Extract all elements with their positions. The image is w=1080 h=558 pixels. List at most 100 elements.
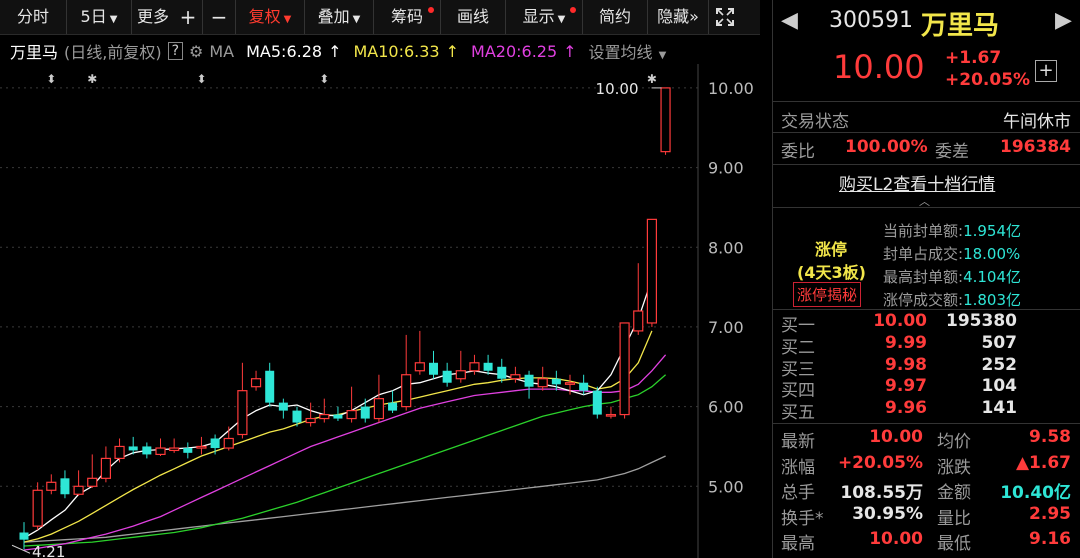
event-marker-icon: ⬍ <box>196 72 206 86</box>
ma-settings-link[interactable]: 设置均线 ▼ <box>583 39 667 63</box>
more-button[interactable]: 更多 <box>132 0 174 34</box>
candle-body <box>537 378 548 388</box>
stat-value: 9.16 <box>1029 529 1071 549</box>
orderbook-row[interactable]: 买一 10.00 195380 <box>779 311 1079 336</box>
candle-body <box>605 413 617 417</box>
stat-value: 10.40亿 <box>1000 483 1071 503</box>
candle-body <box>646 218 658 324</box>
l2-link[interactable]: 购买L2查看十档行情 <box>839 170 995 195</box>
candle-body <box>579 382 589 391</box>
adjust-select[interactable]: 复权 ▼ <box>236 0 305 34</box>
help-button[interactable]: ? <box>167 42 184 60</box>
candlestick-chart[interactable]: 10.00 9.00 8.00 7.00 6.00 5.00 ⬍ ✱ ⬍ ⬍ ✱ 10.00 4.21 <box>0 64 760 558</box>
stat-row: 总手 108.55万 金额 10.40亿 <box>779 478 1079 503</box>
candle-body <box>660 87 671 153</box>
zoom-out-button[interactable]: − <box>203 0 236 34</box>
ma60-line <box>23 455 666 543</box>
candle-body <box>142 446 152 455</box>
ma-label: MA <box>209 41 235 61</box>
stat-label: 涨跌 <box>937 457 971 478</box>
gear-icon[interactable]: ⚙ <box>189 42 203 61</box>
y-tick-label: 8.00 <box>708 238 744 257</box>
candle-body <box>429 362 438 375</box>
event-marker-icon: ✱ <box>647 72 657 86</box>
dropdown-icon: ▼ <box>352 14 361 25</box>
candle-body <box>210 438 220 449</box>
orderbook-row[interactable]: 买三 9.98 252 <box>779 354 1079 380</box>
candle-body <box>87 477 98 487</box>
orderbook-volume: 507 <box>981 332 1018 353</box>
orderbook-volume: 104 <box>981 376 1018 397</box>
candle-body <box>128 446 138 451</box>
next-stock-arrow[interactable]: ▶ <box>1055 8 1072 33</box>
limit-up-secret-button[interactable]: 涨停揭秘 <box>793 282 862 307</box>
candle-body <box>469 362 480 372</box>
candle-body <box>346 409 357 420</box>
stat-value: 30.95% <box>852 503 923 524</box>
candle-body <box>265 370 275 403</box>
ma20-value: MA20:6.25 ↑ <box>471 41 577 61</box>
period-5day-select[interactable]: 5日 ▼ <box>67 0 132 34</box>
draw-line-button[interactable]: 画线 <box>441 0 506 34</box>
candle-body <box>278 402 288 411</box>
y-tick-label: 10.00 <box>708 79 754 98</box>
stock-name: 万里马 <box>10 43 59 62</box>
fullscreen-button[interactable] <box>709 0 741 34</box>
candle-body <box>497 366 507 379</box>
status-value: 午间休市 <box>1003 112 1071 132</box>
new-dot-icon <box>428 7 434 13</box>
candle-body <box>46 481 57 491</box>
candle-body <box>333 414 343 419</box>
candle-body <box>169 447 180 452</box>
orderbook-volume: 252 <box>981 354 1018 375</box>
zoom-in-button[interactable]: + <box>174 0 203 34</box>
display-select[interactable]: 显示 ▼ <box>506 0 583 34</box>
seal-info: 当前封单额:1.954亿 封单占成交:18.00% 最高封单额:4.104亿 涨… <box>883 222 1022 309</box>
orderbook-row[interactable]: 买五 9.96 141 <box>779 398 1079 423</box>
event-marker-icon: ⬍ <box>46 72 56 86</box>
simple-button[interactable]: 简约 <box>583 0 648 34</box>
dropdown-icon: ▼ <box>283 14 292 25</box>
orderbook-price: 9.98 <box>885 354 927 375</box>
candle-body <box>155 447 166 456</box>
event-marker-icon: ⬍ <box>319 72 329 86</box>
candle-body <box>60 478 70 495</box>
stat-label: 均价 <box>937 432 971 452</box>
prev-stock-arrow[interactable]: ◀ <box>781 8 798 33</box>
stock-name: 万里马 <box>921 11 1000 41</box>
candle-body <box>401 374 412 408</box>
stat-value: 10.00 <box>869 427 923 447</box>
limit-up-label: 涨停 <box>815 240 848 259</box>
wb-label: 委比 <box>781 142 815 162</box>
y-tick-label: 6.00 <box>708 398 744 417</box>
hide-button[interactable]: 隐藏» <box>648 0 709 34</box>
orderbook-price: 10.00 <box>873 311 927 331</box>
dropdown-icon: ▼ <box>109 14 118 25</box>
candle-body <box>619 322 630 416</box>
price-change-pct: +20.05% <box>945 70 1031 90</box>
stat-row: 最高 10.00 最低 9.16 <box>779 529 1079 554</box>
stat-row: 最新 10.00 均价 9.58 <box>779 427 1079 452</box>
chips-button[interactable]: 筹码 <box>374 0 441 34</box>
candle-body <box>32 489 43 527</box>
overlay-select[interactable]: 叠加 ▼ <box>305 0 374 34</box>
candle-body <box>73 485 84 495</box>
candle-body <box>633 310 644 332</box>
stat-value: 10.00 <box>869 529 923 549</box>
tab-intraday[interactable]: 分时 <box>0 0 67 34</box>
stock-code: 300591 <box>829 8 913 33</box>
plus-box-icon[interactable]: + <box>1035 60 1057 82</box>
status-label: 交易状态 <box>781 112 849 132</box>
candle-body <box>183 448 193 453</box>
event-marker-icon: ✱ <box>87 72 97 86</box>
ma-legend: 万里马 (日线,前复权) ? ⚙ MA MA5:6.28 ↑ MA10:6.33 ↑… <box>0 38 760 64</box>
orderbook-row[interactable]: 买二 9.99 507 <box>779 332 1079 358</box>
orderbook-row[interactable]: 买四 9.97 104 <box>779 376 1079 401</box>
fullscreen-icon <box>716 8 734 26</box>
candle-body <box>360 406 370 419</box>
candle-body <box>237 390 248 436</box>
stat-value: ▲1.67 <box>1015 452 1071 473</box>
high-price-label: 10.00 <box>596 80 639 98</box>
new-dot-icon <box>570 7 576 13</box>
y-tick-label: 7.00 <box>708 318 744 337</box>
